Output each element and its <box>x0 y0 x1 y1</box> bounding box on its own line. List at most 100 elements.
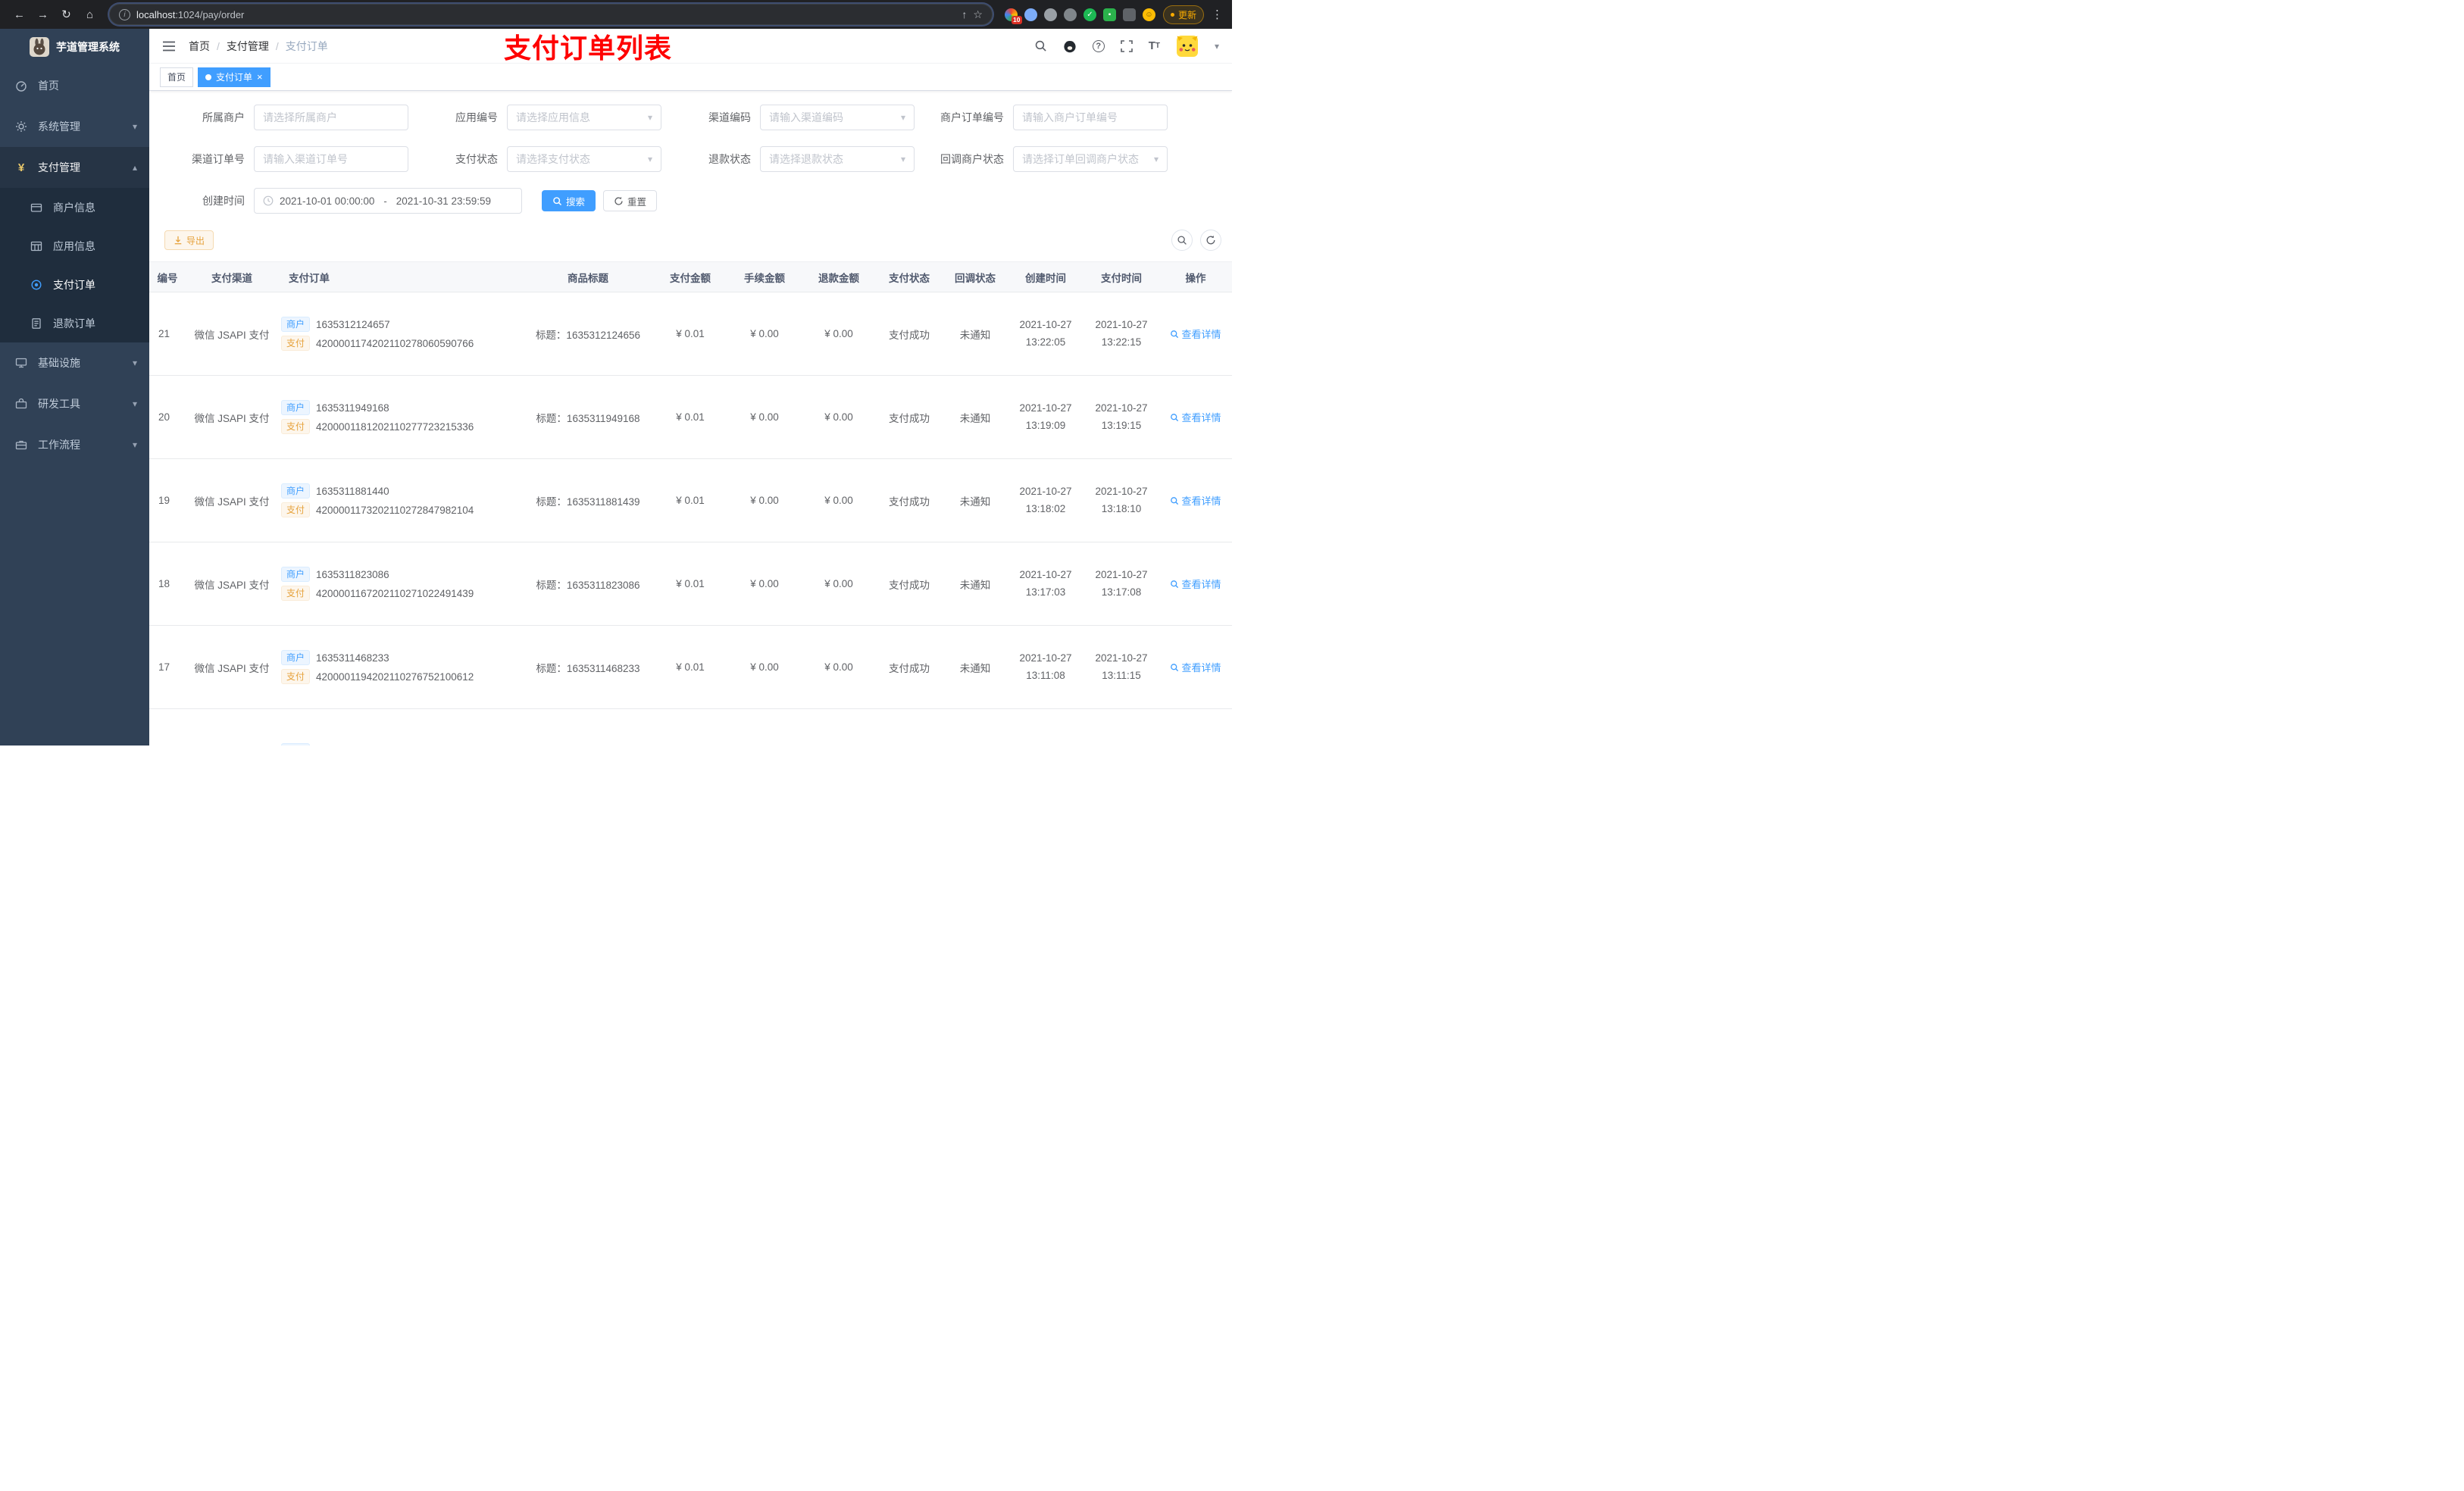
cell-title: 标题：1635311949168 <box>523 375 653 459</box>
gear-icon <box>14 120 28 133</box>
font-size-icon[interactable]: TT <box>1149 39 1160 52</box>
site-info-icon[interactable]: i <box>119 8 130 20</box>
col-header: 支付订单 <box>278 261 523 292</box>
cell-id: 19 <box>149 458 186 542</box>
merchant-tag: 商户 <box>281 742 311 746</box>
export-button[interactable]: 导出 <box>164 230 214 250</box>
cell-title: 标题：1635311468233 <box>523 625 653 709</box>
address-bar[interactable]: i localhost:1024/pay/order ↑ ☆ <box>109 4 993 25</box>
pay-order-no: 4200001173202110272847982104 <box>316 504 474 516</box>
search-icon[interactable] <box>1034 39 1047 52</box>
pay-status-select[interactable]: 请选择支付状态 ▾ <box>507 146 661 172</box>
sidebar-item-system[interactable]: 系统管理 ▾ <box>0 106 149 147</box>
cell-order: 商户 1635311949168 支付 4200001181202110277723… <box>278 375 523 459</box>
app-select[interactable]: 请选择应用信息 ▾ <box>507 105 661 130</box>
forward-button[interactable]: → <box>33 5 53 25</box>
placeholder-text: 请选择所属商户 <box>263 111 337 123</box>
merchant-tag: 商户 <box>281 567 311 582</box>
credit-card-icon <box>30 202 43 214</box>
cell-amount: ¥ 0.01 <box>653 292 727 376</box>
sidebar-toggle-icon[interactable] <box>162 40 176 52</box>
page-annotation: 支付订单列表 <box>504 32 673 64</box>
sidebar-item-payment[interactable]: ¥ 支付管理 ▴ <box>0 147 149 188</box>
close-icon[interactable]: × <box>257 71 263 83</box>
tab-home[interactable]: 首页 <box>160 67 194 87</box>
cell-callback: 未通知 <box>943 292 1008 376</box>
merchant-order-no-input[interactable]: 请输入商户订单编号 <box>1013 105 1168 130</box>
view-detail-link[interactable]: 查看详情 <box>1170 493 1221 508</box>
placeholder-text: 请输入商户订单编号 <box>1022 111 1118 123</box>
sidebar-item-infrastructure[interactable]: 基础设施 ▾ <box>0 342 149 383</box>
table-row: 商户 1635311157736 <box>149 708 1232 746</box>
cell-title: 标题：1635311881439 <box>523 458 653 542</box>
filter-merchant: 所属商户 请选择所属商户 <box>164 105 408 130</box>
help-icon[interactable]: ? <box>1092 39 1105 52</box>
view-detail-link[interactable]: 查看详情 <box>1170 327 1221 341</box>
merchant-order-no: 1635311881440 <box>316 485 389 497</box>
col-header: 操作 <box>1159 261 1232 292</box>
view-detail-link[interactable]: 查看详情 <box>1170 410 1221 424</box>
update-dot <box>1170 12 1174 17</box>
cell-callback: 未通知 <box>943 625 1008 709</box>
sidebar-item-pay-order[interactable]: 支付订单 <box>0 265 149 304</box>
bookmark-star-icon[interactable]: ☆ <box>973 8 983 21</box>
app-title: 芋道管理系统 <box>56 41 120 53</box>
document-icon <box>30 317 43 330</box>
share-icon[interactable]: ↑ <box>962 8 967 20</box>
filter-label: 回调商户状态 <box>940 153 1004 165</box>
search-button[interactable]: 搜索 <box>542 190 596 211</box>
extension-icon[interactable] <box>1024 8 1037 21</box>
sidebar-item-home[interactable]: 首页 <box>0 65 149 106</box>
table-toolbar: 导出 <box>149 230 1232 251</box>
date-range-picker[interactable]: 2021-10-01 00:00:00 - 2021-10-31 23:59:5… <box>254 188 522 214</box>
cell-refund: ¥ 0.00 <box>802 625 876 709</box>
back-button[interactable]: ← <box>9 5 30 25</box>
cell-status: 支付成功 <box>876 292 943 376</box>
cell-order: 商户 1635311823086 支付 4200001167202110271022… <box>278 542 523 626</box>
callback-status-select[interactable]: 请选择订单回调商户状态 ▾ <box>1013 146 1168 172</box>
view-detail-link[interactable]: 查看详情 <box>1170 577 1221 591</box>
filter-label: 渠道编码 <box>708 111 751 123</box>
extension-icon[interactable]: ✓ <box>1083 8 1096 21</box>
dashboard-icon <box>14 80 28 92</box>
fullscreen-icon[interactable] <box>1120 39 1133 52</box>
reset-button[interactable]: 重置 <box>603 190 658 211</box>
extension-icon[interactable] <box>1063 8 1077 21</box>
payment-submenu: 商户信息 应用信息 支付订单 退款订单 <box>0 188 149 342</box>
sidebar-item-refund-order[interactable]: 退款订单 <box>0 304 149 342</box>
extension-icon[interactable] <box>1122 8 1136 21</box>
avatar-caret-icon[interactable]: ▾ <box>1215 41 1219 52</box>
cell-action: 查看详情 <box>1159 292 1232 376</box>
toggle-search-button[interactable] <box>1171 230 1193 251</box>
reload-button[interactable]: ↻ <box>56 5 77 25</box>
extension-icon[interactable]: ▪ <box>1102 8 1116 21</box>
cell-order: 商户 1635312124657 支付 4200001174202110278060… <box>278 292 523 376</box>
tab-pay-order[interactable]: 支付订单 × <box>198 67 270 87</box>
channel-code-select[interactable]: 请输入渠道编码 ▾ <box>760 105 915 130</box>
merchant-select[interactable]: 请选择所属商户 <box>254 105 408 130</box>
briefcase-icon <box>14 439 28 451</box>
github-icon[interactable] <box>1063 39 1077 53</box>
extension-icon[interactable] <box>1043 8 1057 21</box>
sidebar-item-app-info[interactable]: 应用信息 <box>0 227 149 265</box>
extension-icon[interactable]: 10 <box>1004 8 1022 24</box>
browser-menu-icon[interactable]: ⋮ <box>1212 8 1223 21</box>
breadcrumb-parent[interactable]: 支付管理 <box>227 39 269 54</box>
channel-order-no-input[interactable]: 请输入渠道订单号 <box>254 146 408 172</box>
view-detail-link[interactable]: 查看详情 <box>1170 660 1221 674</box>
home-button[interactable]: ⌂ <box>80 5 100 25</box>
table-row: 21 微信 JSAPI 支付 商户 1635312124657 支付 4200001… <box>149 292 1232 376</box>
extension-icon[interactable]: ☺ <box>1142 8 1155 21</box>
avatar[interactable] <box>1176 35 1199 58</box>
col-header: 创建时间 <box>1008 261 1083 292</box>
refresh-button[interactable] <box>1200 230 1221 251</box>
refund-status-select[interactable]: 请选择退款状态 ▾ <box>760 146 915 172</box>
pay-tag: 支付 <box>281 419 311 434</box>
sidebar-item-merchant-info[interactable]: 商户信息 <box>0 188 149 227</box>
sidebar-item-dev-tools[interactable]: 研发工具 ▾ <box>0 383 149 424</box>
sidebar-item-workflow[interactable]: 工作流程 ▾ <box>0 424 149 465</box>
cell-id: 21 <box>149 292 186 376</box>
filter-label: 退款状态 <box>708 153 751 165</box>
breadcrumb-home[interactable]: 首页 <box>189 39 210 54</box>
browser-update-button[interactable]: 更新 <box>1162 5 1204 24</box>
